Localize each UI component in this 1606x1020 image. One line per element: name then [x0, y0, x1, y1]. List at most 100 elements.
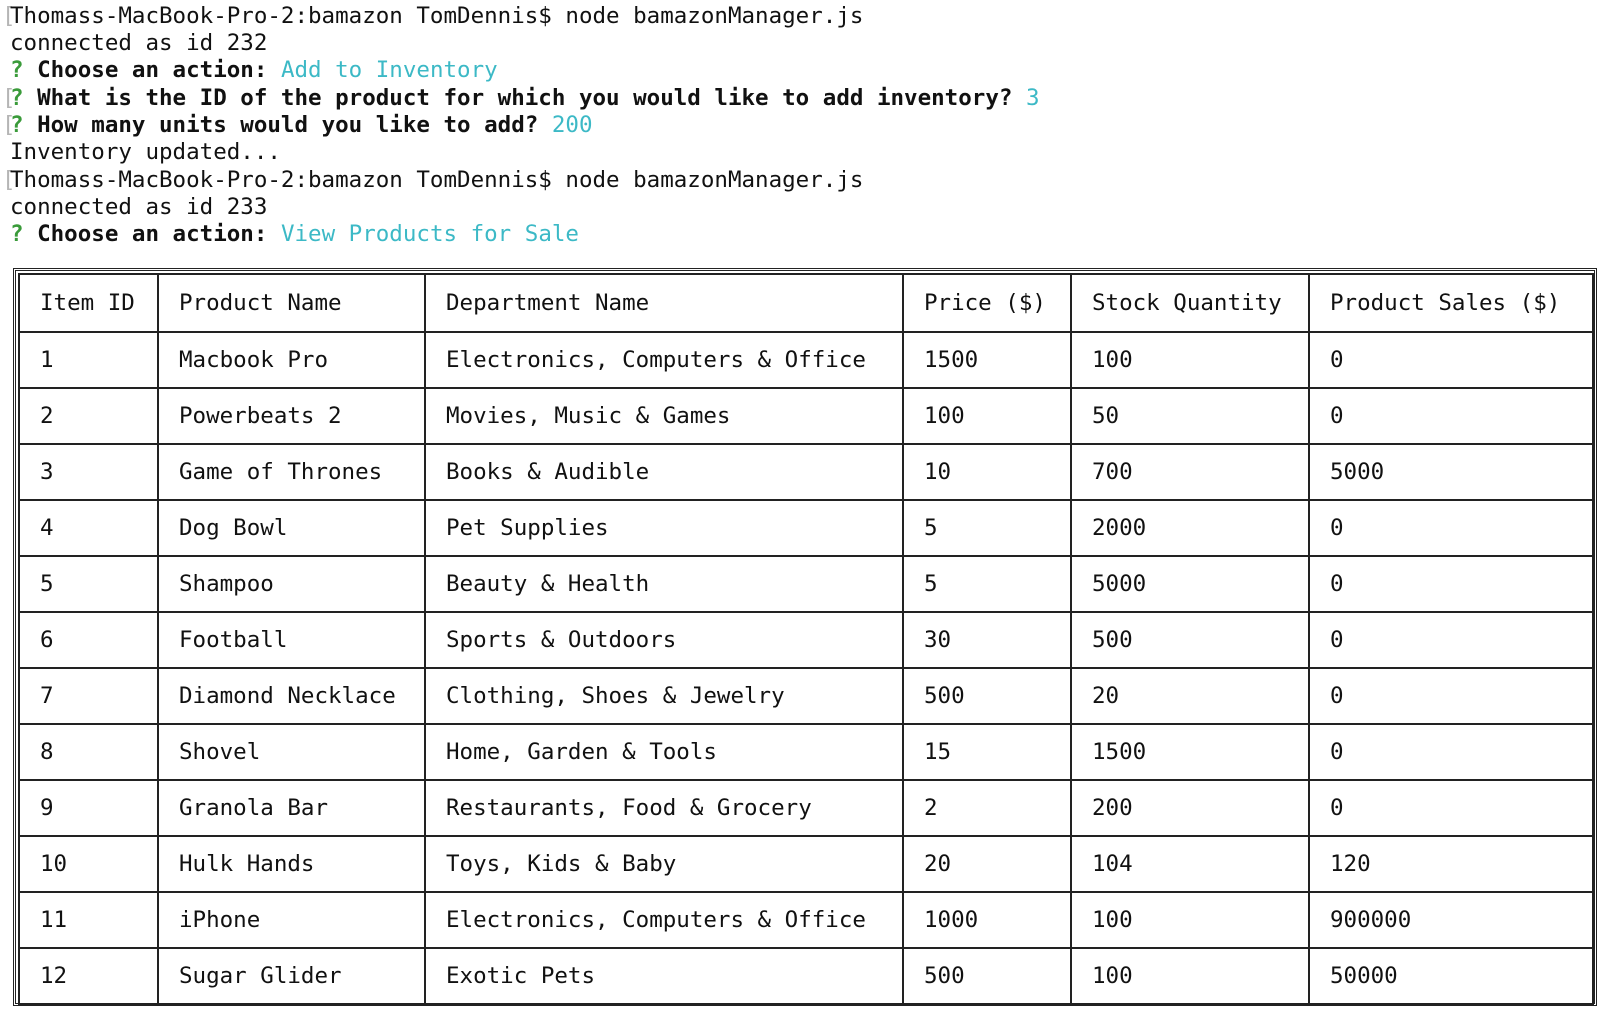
- cell-item-id: 12: [18, 947, 159, 1005]
- cell-stock-quantity: 2000: [1070, 499, 1310, 557]
- cell-price: 100: [902, 387, 1072, 445]
- cell-price: 5: [902, 555, 1072, 613]
- table-row: 9 Granola Bar Restaurants, Food & Grocery 2…: [18, 779, 1594, 837]
- cell-product-sales: 120: [1308, 835, 1594, 893]
- table-row: 8 Shovel Home, Garden & Tools 15 1500 0: [18, 723, 1594, 781]
- table-row: 11 iPhone Electronics, Computers & Office 1…: [18, 891, 1594, 949]
- cell-stock-quantity: 5000: [1070, 555, 1310, 613]
- cell-stock-quantity: 700: [1070, 443, 1310, 501]
- cell-department-name: Exotic Pets: [424, 947, 904, 1005]
- prompt-answer: Add to Inventory: [280, 57, 498, 83]
- cell-department-name: Sports & Outdoors: [424, 611, 904, 669]
- cell-item-id: 2: [18, 387, 159, 445]
- terminal-window[interactable]: [ Thomass-MacBook-Pro-2:bamazon TomDenni…: [0, 0, 1606, 1020]
- cell-product-sales: 0: [1308, 611, 1594, 669]
- cell-product-name: Sugar Glider: [157, 947, 426, 1005]
- cell-item-id: 7: [18, 667, 159, 725]
- cell-product-name: Diamond Necklace: [157, 667, 426, 725]
- cell-item-id: 5: [18, 555, 159, 613]
- column-header-item-id: Item ID: [18, 273, 159, 333]
- cell-price: 20: [902, 835, 1072, 893]
- prompt-label: Choose an action:: [37, 221, 268, 247]
- cell-product-name: iPhone: [157, 891, 426, 949]
- cell-price: 15: [902, 723, 1072, 781]
- cell-product-sales: 0: [1308, 779, 1594, 837]
- prompt-choose-action: ? Choose an action: Add to Inventory: [10, 56, 498, 84]
- connection-status: connected as id 232: [10, 30, 268, 56]
- table-row: 1 Macbook Pro Electronics, Computers & Off…: [18, 331, 1594, 389]
- cell-product-sales: 900000: [1308, 891, 1594, 949]
- cell-item-id: 1: [18, 331, 159, 389]
- products-table: Item ID Product Name Department Name Pri…: [18, 273, 1594, 1005]
- column-header-stock-quantity: Stock Quantity: [1070, 273, 1310, 333]
- column-header-price: Price ($): [902, 273, 1072, 333]
- prompt-product-id: ? What is the ID of the product for whic…: [10, 84, 1040, 112]
- cell-product-sales: 0: [1308, 667, 1594, 725]
- cell-price: 500: [902, 947, 1072, 1005]
- cell-product-name: Football: [157, 611, 426, 669]
- cell-product-name: Shampoo: [157, 555, 426, 613]
- cell-product-name: Granola Bar: [157, 779, 426, 837]
- cell-product-name: Powerbeats 2: [157, 387, 426, 445]
- cell-stock-quantity: 500: [1070, 611, 1310, 669]
- prompt-marker: ?: [10, 112, 24, 138]
- prompt-label: How many units would you like to add?: [37, 112, 539, 138]
- column-header-product-sales: Product Sales ($): [1308, 273, 1594, 333]
- cell-price: 1000: [902, 891, 1072, 949]
- prompt-units: ? How many units would you like to add? …: [10, 111, 593, 139]
- cell-price: 5: [902, 499, 1072, 557]
- cell-product-name: Game of Thrones: [157, 443, 426, 501]
- cell-item-id: 6: [18, 611, 159, 669]
- cell-stock-quantity: 100: [1070, 947, 1310, 1005]
- cell-price: 500: [902, 667, 1072, 725]
- cell-product-name: Shovel: [157, 723, 426, 781]
- cell-item-id: 9: [18, 779, 159, 837]
- cell-department-name: Toys, Kids & Baby: [424, 835, 904, 893]
- table-row: 2 Powerbeats 2 Movies, Music & Games 100 50 0: [18, 387, 1594, 445]
- table-row: 10 Hulk Hands Toys, Kids & Baby 20 104 120: [18, 835, 1594, 893]
- cell-stock-quantity: 100: [1070, 331, 1310, 389]
- prompt-marker: ?: [10, 85, 24, 111]
- cell-department-name: Electronics, Computers & Office: [424, 331, 904, 389]
- table-row: 12 Sugar Glider Exotic Pets 500 100 50000: [18, 947, 1594, 1005]
- cell-stock-quantity: 200: [1070, 779, 1310, 837]
- prompt-marker: ?: [10, 221, 24, 247]
- cell-department-name: Restaurants, Food & Grocery: [424, 779, 904, 837]
- cell-product-sales: 50000: [1308, 947, 1594, 1005]
- prompt-marker: ?: [10, 57, 24, 83]
- cell-product-name: Macbook Pro: [157, 331, 426, 389]
- cell-department-name: Books & Audible: [424, 443, 904, 501]
- cell-department-name: Electronics, Computers & Office: [424, 891, 904, 949]
- table-row: 7 Diamond Necklace Clothing, Shoes & Jewel…: [18, 667, 1594, 725]
- prompt-choose-action: ? Choose an action: View Products for Sa…: [10, 220, 579, 248]
- products-table-frame: Item ID Product Name Department Name Pri…: [13, 268, 1597, 1006]
- prompt-answer: View Products for Sale: [280, 221, 579, 247]
- cell-stock-quantity: 20: [1070, 667, 1310, 725]
- cell-department-name: Pet Supplies: [424, 499, 904, 557]
- cell-item-id: 10: [18, 835, 159, 893]
- cell-price: 10: [902, 443, 1072, 501]
- cell-department-name: Home, Garden & Tools: [424, 723, 904, 781]
- cell-item-id: 11: [18, 891, 159, 949]
- cell-stock-quantity: 100: [1070, 891, 1310, 949]
- cell-product-name: Dog Bowl: [157, 499, 426, 557]
- prompt-answer: 3: [1025, 85, 1040, 111]
- cell-stock-quantity: 1500: [1070, 723, 1310, 781]
- cell-department-name: Beauty & Health: [424, 555, 904, 613]
- table-row: 4 Dog Bowl Pet Supplies 5 2000 0: [18, 499, 1594, 557]
- cell-price: 30: [902, 611, 1072, 669]
- cell-product-sales: 5000: [1308, 443, 1594, 501]
- cell-stock-quantity: 104: [1070, 835, 1310, 893]
- table-header-row: Item ID Product Name Department Name Pri…: [18, 273, 1594, 333]
- cell-product-name: Hulk Hands: [157, 835, 426, 893]
- cell-price: 1500: [902, 331, 1072, 389]
- table-row: 6 Football Sports & Outdoors 30 500 0: [18, 611, 1594, 669]
- table-row: 5 Shampoo Beauty & Health 5 5000 0: [18, 555, 1594, 613]
- cell-product-sales: 0: [1308, 723, 1594, 781]
- shell-command-line: Thomass-MacBook-Pro-2:bamazon TomDennis$…: [10, 167, 864, 193]
- cell-stock-quantity: 50: [1070, 387, 1310, 445]
- cell-product-sales: 0: [1308, 499, 1594, 557]
- cell-item-id: 4: [18, 499, 159, 557]
- connection-status: connected as id 233: [10, 194, 268, 220]
- cell-product-sales: 0: [1308, 555, 1594, 613]
